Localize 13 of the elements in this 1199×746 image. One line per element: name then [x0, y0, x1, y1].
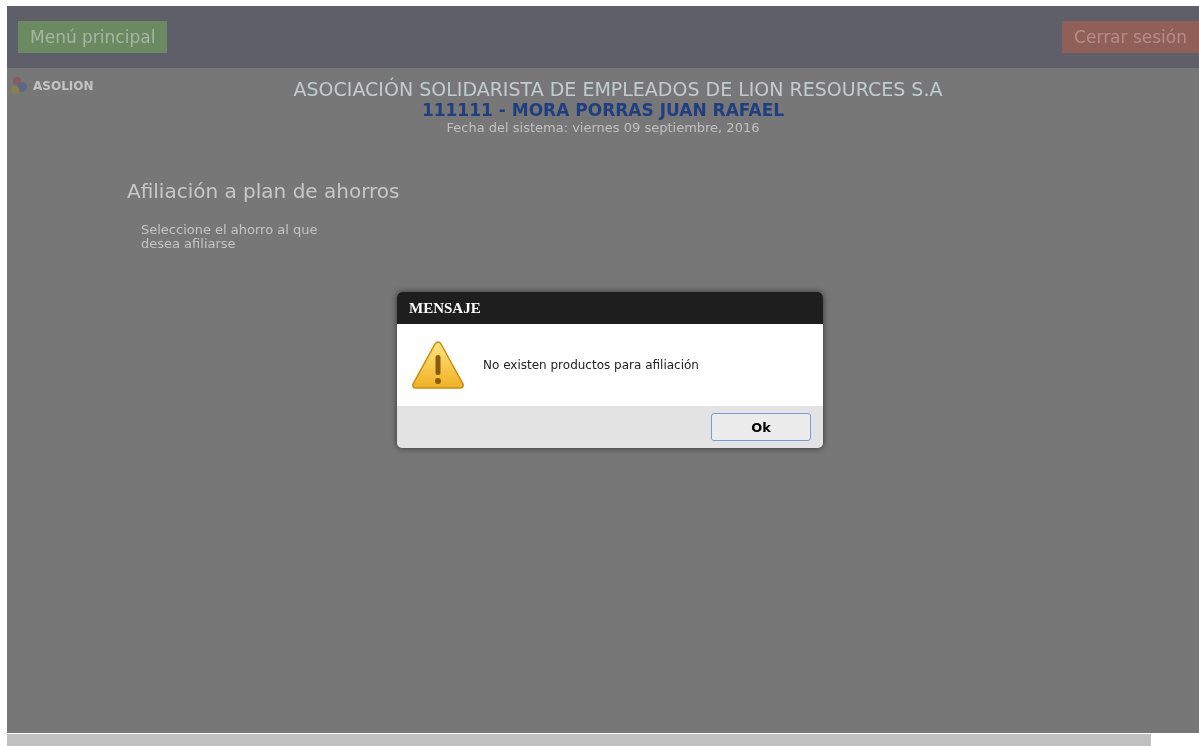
system-date: Fecha del sistema: viernes 09 septiembre, 2016	[445, 120, 761, 135]
organization-name: ASOCIACIÓN SOLIDARISTA DE EMPLEADOS DE LION RESOURCES S.A	[293, 78, 943, 100]
logo-icon	[9, 76, 29, 96]
user-name: 111111 - MORA PORRAS JUAN RAFAEL	[420, 100, 786, 120]
horizontal-scrollbar[interactable]	[7, 734, 1151, 746]
warning-icon	[411, 340, 465, 390]
dialog-message: No existen productos para afiliación	[483, 358, 699, 372]
instruction-text: Seleccione el ahorro al que desea afiliarse	[141, 223, 319, 251]
logo-text: ASOLION	[33, 79, 94, 93]
main-menu-button[interactable]: Menú principal	[18, 21, 168, 53]
dialog-title: MENSAJE	[397, 292, 823, 324]
ok-button[interactable]: Ok	[711, 413, 811, 441]
page-title: Afiliación a plan de ahorros	[127, 179, 400, 203]
